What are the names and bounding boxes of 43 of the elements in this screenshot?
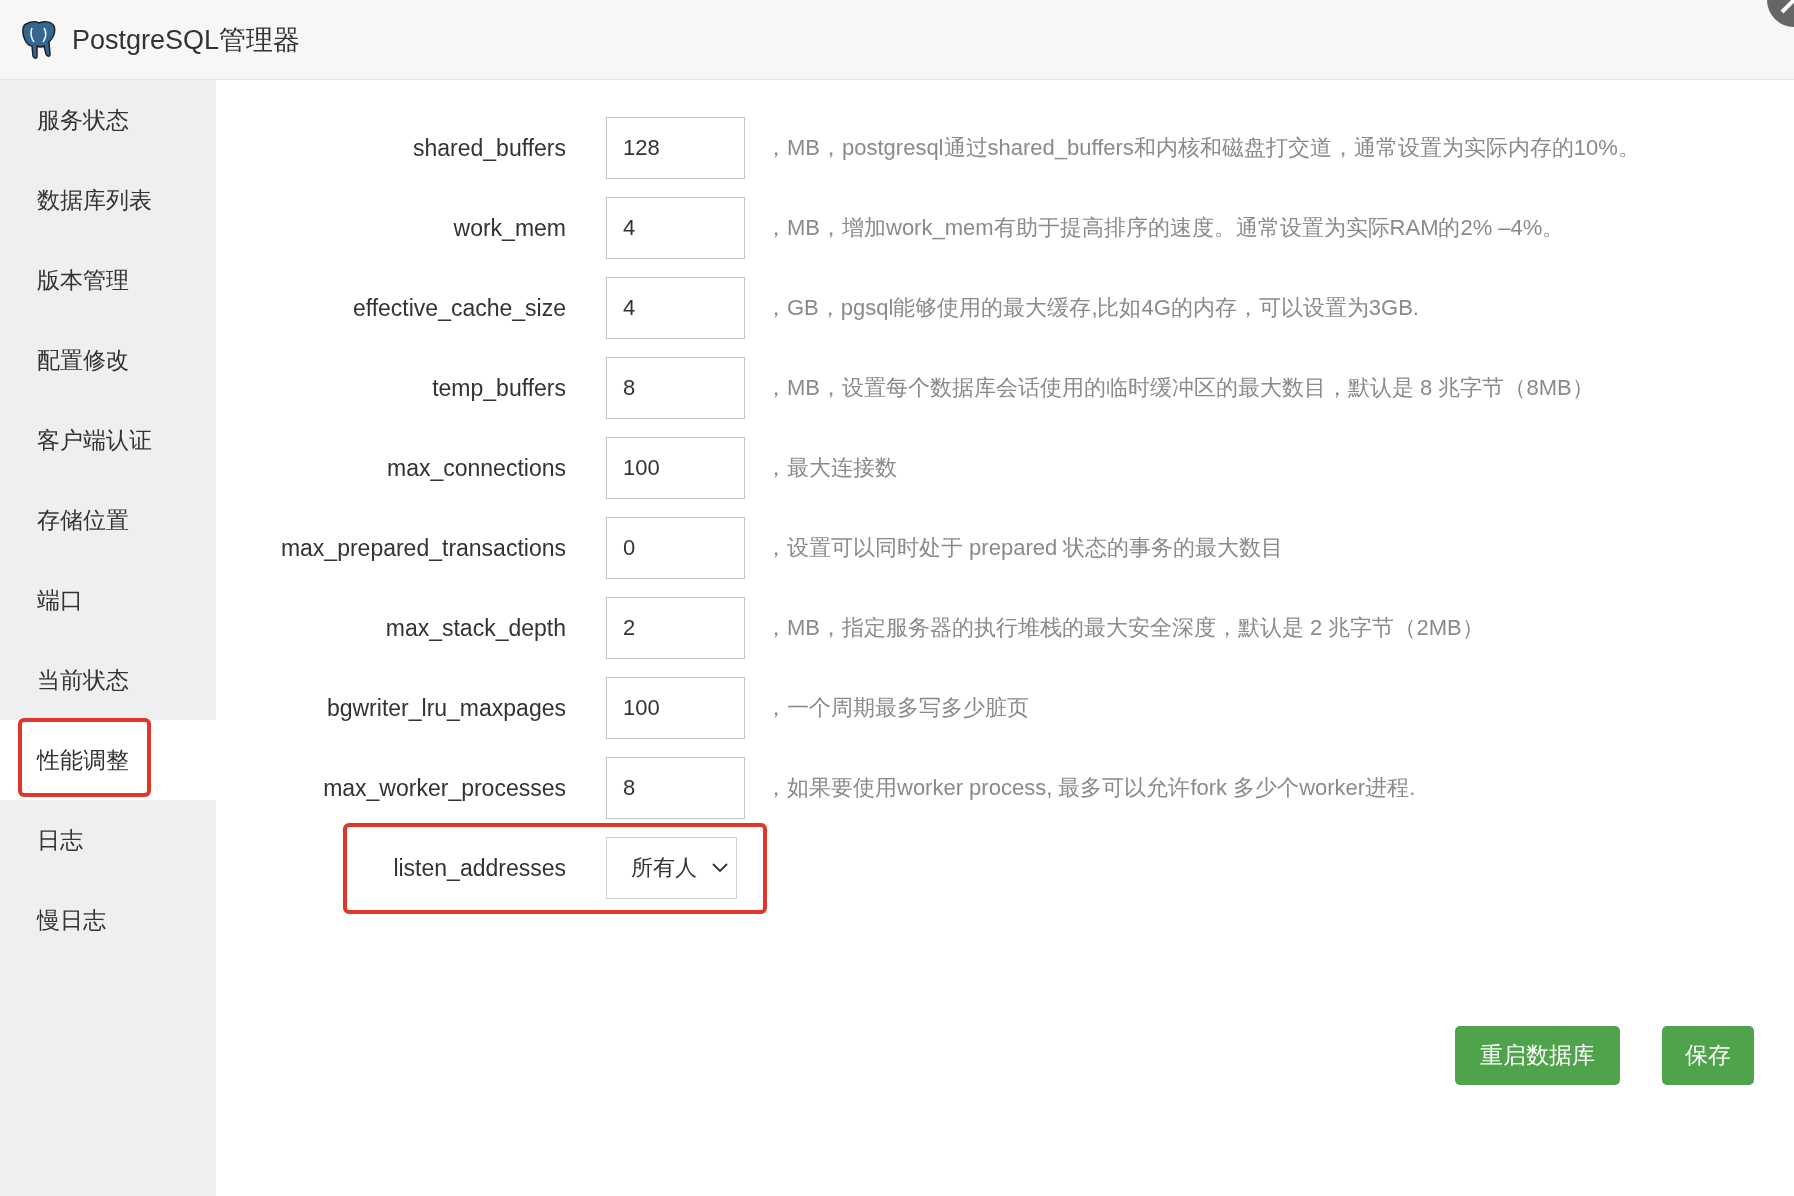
field-description: ，一个周期最多写多少脏页 [765,694,1030,722]
sidebar-item[interactable]: 版本管理 [0,240,216,320]
input-field[interactable]: 100 [606,677,745,739]
chevron-icon [712,863,728,873]
input-field[interactable]: 100 [606,437,745,499]
sidebar-item[interactable]: 慢日志 [0,880,216,960]
field-label: max_worker_processes [322,774,566,802]
field-description: ，MB，postgresql通过shared_buffers和内核和磁盘打交道，通常设置为实际内存的10%。 [765,134,1641,162]
field-label: max_prepared_transactions [279,534,566,562]
field-description: ，MB，设置每个数据库会话使用的临时缓冲区的最大数目，默认是 8 兆字节（8MB） [765,374,1595,402]
input-field[interactable]: 128 [606,117,745,179]
field-description: ，设置可以同时处于 prepared 状态的事务的最大数目 [765,534,1285,562]
field-label: bgwriter_lru_maxpages [325,694,566,722]
field-label: listen_addresses [392,854,566,882]
field-label: effective_cache_size [351,294,566,322]
input-field[interactable]: 8 [606,357,745,419]
input-field[interactable]: 2 [606,597,745,659]
input-field[interactable]: 8 [606,757,745,819]
field-description: ，最大连接数 [765,454,898,482]
input-field[interactable]: 4 [606,277,745,339]
sidebar-item[interactable]: 客户端认证 [0,400,216,480]
dropdown[interactable]: 所有人 [606,837,737,899]
elephant-icon [20,19,58,60]
sidebar-item[interactable]: 当前状态 [0,640,216,720]
field-label: work_mem [452,214,566,242]
window-title: PostgreSQL管理器 [72,23,301,57]
sidebar-item[interactable]: 端口 [0,560,216,640]
field-label: max_connections [386,454,566,482]
sidebar-item[interactable]: 服务状态 [0,80,216,160]
field-description: ，GB，pgsql能够使用的最大缓存,比如4G的内存，可以设置为3GB. [765,294,1420,322]
field-label: shared_buffers [412,134,566,162]
sidebar-item[interactable]: 存储位置 [0,480,216,560]
sidebar-item[interactable]: 数据库列表 [0,160,216,240]
sidebar-item[interactable]: 日志 [0,800,216,880]
field-description: ，MB，增加work_mem有助于提高排序的速度。通常设置为实际RAM的2% –4%。 [765,214,1566,242]
field-description: ，MB，指定服务器的执行堆栈的最大安全深度，默认是 2 兆字节（2MB） [765,614,1485,642]
field-label: temp_buffers [431,374,566,402]
field-description: ，如果要使用worker process, 最多可以允许fork 多少个worker进程. [765,774,1417,802]
field-label: max_stack_depth [384,614,566,642]
input-field[interactable]: 4 [606,197,745,259]
sidebar-item[interactable]: 性能调整 [0,720,216,800]
sidebar-item[interactable]: 配置修改 [0,320,216,400]
input-field[interactable]: 0 [606,517,745,579]
